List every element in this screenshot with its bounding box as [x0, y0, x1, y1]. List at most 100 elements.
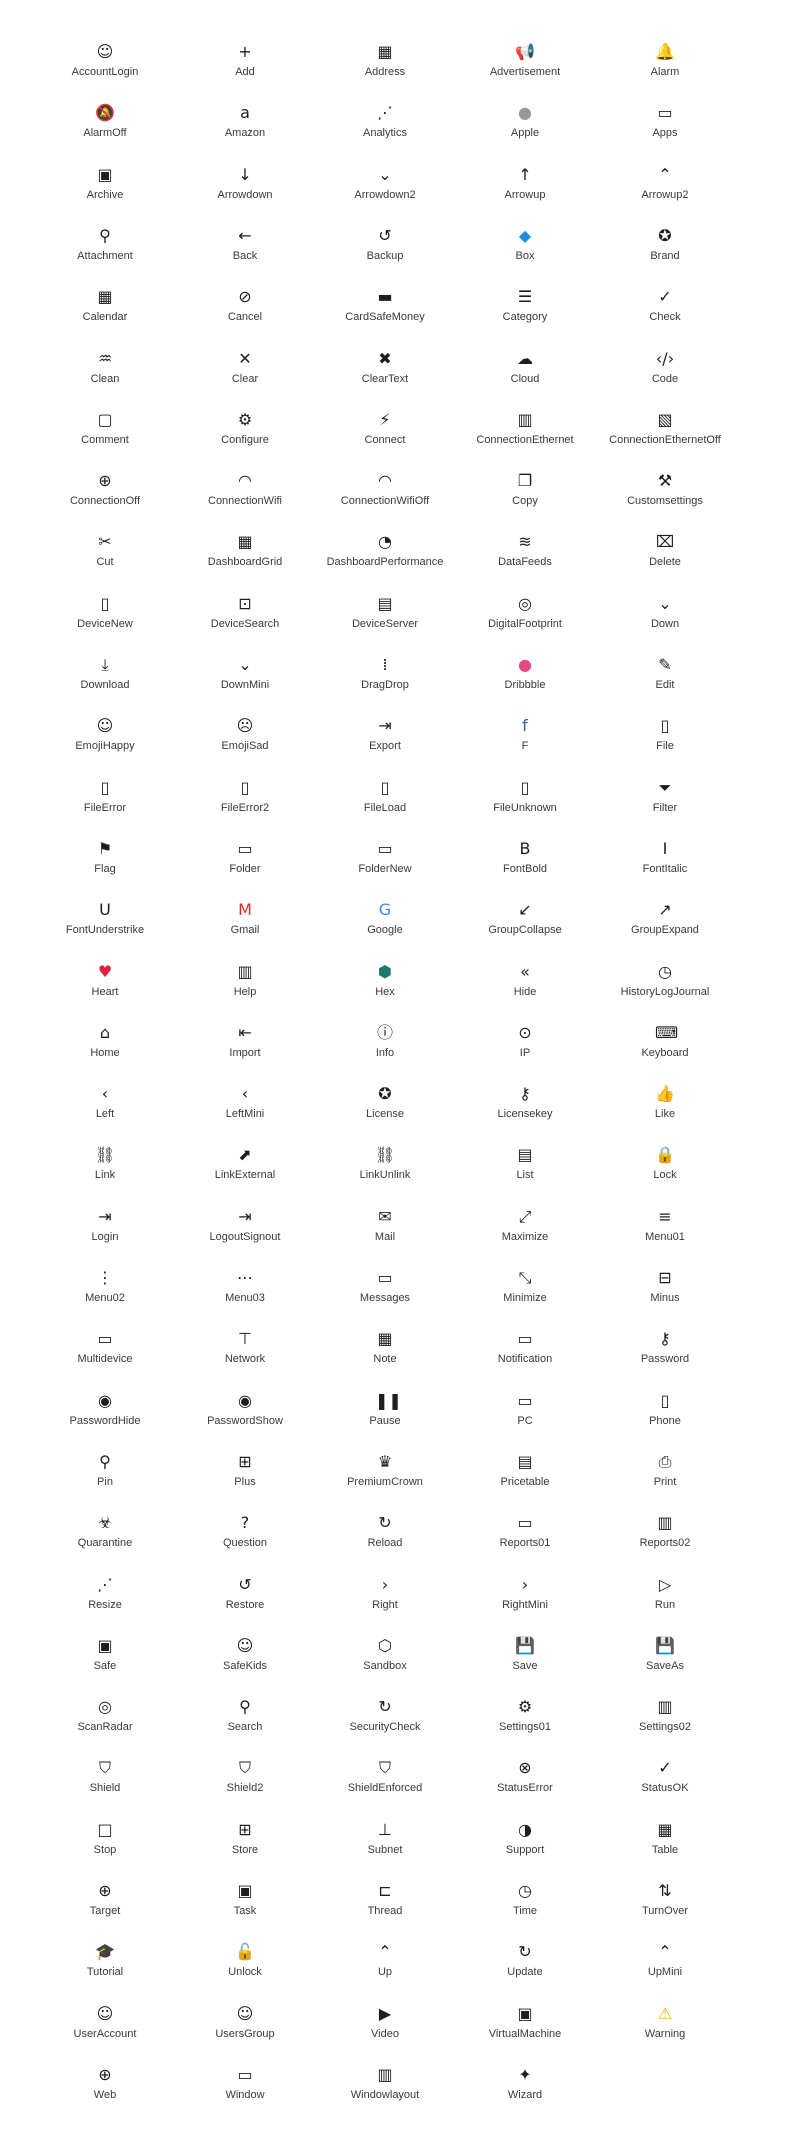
icon-tile-address: ▦ Address [315, 42, 455, 92]
box-icon: ◆ [518, 225, 532, 245]
icon-label: Task [233, 1905, 257, 1917]
icon-label: Messages [359, 1292, 411, 1304]
icon-tile-subnet: ⊥ Subnet [315, 1820, 455, 1870]
icon-label: Right [372, 1598, 398, 1611]
icon-label: Code [651, 372, 679, 385]
comment-icon: ▢ [97, 409, 113, 429]
icon-tile-configure: ⚙ Configure [175, 410, 315, 460]
icon-label: ConnectionWifi [208, 495, 282, 508]
wizard-icon: ✦ [518, 2064, 532, 2084]
left-icon: ‹ [101, 1084, 109, 1104]
icon-label: CardSafeMoney [345, 311, 425, 324]
icon-label: Cut [96, 556, 114, 569]
network-icon: ⊤ [238, 1329, 252, 1349]
icon-tile-connect: ⚡ Connect [315, 410, 455, 460]
icon-label: Menu02 [85, 1292, 125, 1304]
icon-tile-flag: ⚑ Flag [35, 839, 175, 889]
icon-label: Apps [652, 127, 678, 140]
icon-tile-right: › Right [315, 1575, 455, 1625]
icon-tile-folder: ▭ Folder [175, 839, 315, 889]
icon-label: Clear [231, 372, 259, 385]
link-external-icon: ⬈ [238, 1145, 252, 1165]
icon-label: Check [649, 311, 681, 324]
icon-tile-connection-wifi: ◠ ConnectionWifi [175, 471, 315, 521]
icon-tile-save-as: 💾 SaveAs [595, 1636, 735, 1686]
icon-tile-password-show: ◉ PasswordShow [175, 1391, 315, 1441]
icon-tile-lock: 🔒 Lock [595, 1145, 735, 1195]
reports01-icon: ▭ [517, 1513, 533, 1533]
icon-label: HistoryLogJournal [620, 985, 710, 998]
icon-label: Windowlayout [350, 2088, 420, 2101]
menu02-icon: ⋮ [97, 1268, 113, 1287]
google-icon: G [378, 900, 392, 920]
icon-tile-update: ↻ Update [455, 1942, 595, 1992]
icon-tile-link-unlink: ⛓ LinkUnlink [315, 1145, 455, 1195]
alarm-icon: 🔔 [655, 42, 675, 61]
icon-label: Google [367, 924, 403, 937]
icon-label: Web [93, 2088, 117, 2101]
tutorial-icon: 🎓 [95, 1942, 115, 1962]
menu01-icon: ≡ [658, 1206, 672, 1226]
icon-tile-print: ⎙ Print [595, 1452, 735, 1502]
icon-tile-font-understrike: U FontUnderstrike [35, 900, 175, 950]
icon-label: Quarantine [77, 1537, 133, 1550]
icon-tile-clear-text: ✖ ClearText [315, 349, 455, 399]
icon-tile-f: fF [455, 716, 595, 766]
calendar-icon: ▦ [97, 287, 113, 307]
icon-label: Analytics [362, 127, 408, 140]
icon-tile-safe-kids: ☺ SafeKids [175, 1636, 315, 1686]
icon-tile-arrowup: ↑ Arrowup [455, 165, 595, 215]
users-group-icon: ☺ [236, 2003, 254, 2023]
icon-tile-turn-over: ⇅ TurnOver [595, 1881, 735, 1931]
history-log-journal-icon: ◷ [658, 961, 672, 981]
icon-tile-hide: « Hide [455, 962, 595, 1012]
icon-label: Unlock [228, 1966, 262, 1979]
icon-label: RightMini [502, 1598, 548, 1611]
icon-tile-licensekey: ⚷ Licensekey [455, 1084, 595, 1134]
cut-icon: ✂ [98, 532, 112, 552]
add-icon: + [238, 42, 252, 61]
info-icon: ⓘ [376, 1022, 393, 1042]
icon-tile-settings02: ▥ Settings02 [595, 1697, 735, 1747]
icon-label: Shield2 [226, 1782, 264, 1795]
icon-label: Hide [513, 985, 537, 998]
data-feeds-icon: ≋ [518, 532, 532, 552]
status-error-icon: ⊗ [518, 1758, 532, 1778]
icon-label: ShieldEnforced [347, 1782, 423, 1795]
icon-tile-up-mini: ⌃ UpMini [595, 1942, 735, 1992]
icon-label: UsersGroup [215, 2027, 275, 2040]
icon-tile-menu02: ⋮ Menu02 [35, 1268, 175, 1318]
card-safe-money-icon: ▬ [377, 287, 393, 307]
pause-icon: ❚❚ [375, 1390, 402, 1410]
icon-label: Sandbox [363, 1659, 407, 1672]
warning-icon: ⚠ [657, 2003, 673, 2023]
icon-label: ConnectionWifiOff [340, 495, 430, 508]
icon-label: Arrowdown2 [354, 188, 416, 201]
dribbble-icon: ● [518, 655, 532, 674]
icon-label: Box [515, 249, 535, 262]
clean-icon: ♒ [97, 348, 113, 368]
icon-tile-reports01: ▭ Reports01 [455, 1513, 595, 1563]
icon-tile-thread: ⊏ Thread [315, 1881, 455, 1931]
icon-label: EmojiHappy [75, 740, 135, 753]
icon-label: PC [517, 1414, 533, 1427]
category-icon: ☰ [517, 287, 533, 307]
icon-label: Pin [97, 1475, 113, 1488]
icon-tile-category: ☰ Category [455, 287, 595, 337]
filter-icon: ⏷ [658, 777, 672, 797]
customsettings-icon: ⚒ [657, 471, 673, 491]
icon-tile-ip: ⊙ IP [455, 1023, 595, 1073]
icon-tile-phone: ▯ Phone [595, 1391, 735, 1441]
icon-label: Heart [91, 985, 119, 998]
drag-drop-icon: ⁞ [382, 655, 388, 674]
right-icon: › [381, 1574, 389, 1594]
print-icon: ⎙ [658, 1451, 672, 1471]
icon-tile-scan-radar: ◎ ScanRadar [35, 1697, 175, 1747]
flag-icon: ⚑ [97, 838, 113, 858]
icon-label: Calendar [82, 311, 128, 324]
search-icon: ⚲ [239, 1697, 251, 1717]
icon-label: Reports02 [639, 1537, 691, 1550]
icon-label: Folder [229, 862, 261, 875]
icon-label: Brand [650, 249, 680, 262]
keyboard-icon: ⌨ [655, 1022, 679, 1042]
